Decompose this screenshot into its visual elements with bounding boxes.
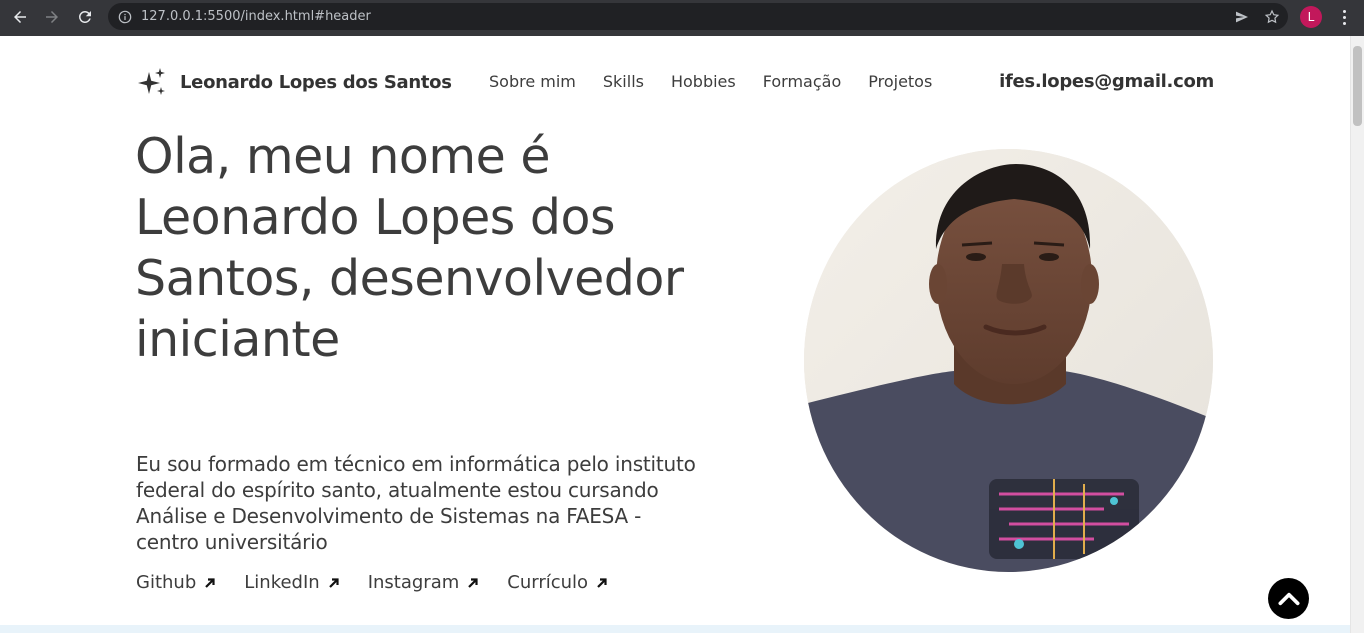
forward-button[interactable]	[36, 1, 68, 33]
curriculo-link-label: Currículo	[507, 572, 589, 593]
sparkles-icon	[138, 68, 165, 95]
page-scrollbar[interactable]	[1350, 36, 1364, 633]
browser-toolbar: 127.0.0.1:5500/index.html#header L	[0, 0, 1364, 36]
profile-avatar[interactable]: L	[1300, 6, 1322, 28]
brand-name: Leonardo Lopes dos Santos	[180, 71, 452, 93]
nav-link-hobbies[interactable]: Hobbies	[671, 72, 736, 91]
back-button[interactable]	[4, 1, 36, 33]
instagram-link-label: Instagram	[367, 572, 460, 593]
main-nav: Sobre mim Skills Hobbies Formação Projet…	[489, 72, 932, 91]
brand[interactable]: Leonardo Lopes dos Santos	[136, 66, 452, 98]
arrow-up-right-icon	[205, 577, 215, 588]
address-bar[interactable]: 127.0.0.1:5500/index.html#header	[108, 3, 1288, 30]
browser-menu-button[interactable]	[1334, 6, 1354, 28]
linkedin-link-label: LinkedIn	[244, 572, 320, 593]
hero-title: Ola, meu nome é Leonardo Lopes dos Santo…	[135, 128, 684, 368]
arrow-left-icon	[14, 11, 26, 23]
next-section-edge	[0, 625, 1350, 633]
arrow-right-icon	[46, 11, 58, 23]
nav-link-projetos[interactable]: Projetos	[868, 72, 932, 91]
reload-icon	[78, 10, 91, 23]
instagram-link[interactable]: Instagram	[368, 572, 480, 593]
arrow-up-right-icon	[597, 577, 607, 588]
star-icon[interactable]	[1264, 9, 1280, 25]
site-header: Leonardo Lopes dos Santos Sobre mim Skil…	[0, 36, 1350, 128]
email-link[interactable]: ifes.lopes@gmail.com	[999, 71, 1214, 92]
url-text[interactable]: 127.0.0.1:5500/index.html#header	[141, 9, 371, 24]
linkedin-link[interactable]: LinkedIn	[244, 572, 339, 593]
scrollbar-thumb[interactable]	[1353, 46, 1362, 126]
social-links: Github LinkedIn Instagram Currículo	[136, 572, 608, 593]
github-link-label: Github	[136, 572, 197, 593]
arrow-up-right-icon	[468, 577, 478, 588]
hero-description: Eu sou formado em técnico em informática…	[136, 452, 696, 554]
send-icon[interactable]	[1234, 9, 1250, 25]
curriculo-link[interactable]: Currículo	[507, 572, 608, 593]
portrait-illustration	[804, 149, 1213, 572]
github-link[interactable]: Github	[136, 572, 216, 593]
nav-link-formacao[interactable]: Formação	[763, 72, 842, 91]
chevron-up-icon	[1277, 592, 1300, 605]
nav-link-sobre-mim[interactable]: Sobre mim	[489, 72, 576, 91]
back-to-top-button[interactable]	[1268, 578, 1309, 619]
info-icon[interactable]	[118, 10, 132, 24]
arrow-up-right-icon	[328, 577, 339, 588]
nav-link-skills[interactable]: Skills	[603, 72, 644, 91]
reload-button[interactable]	[69, 1, 101, 33]
profile-photo	[804, 149, 1213, 572]
